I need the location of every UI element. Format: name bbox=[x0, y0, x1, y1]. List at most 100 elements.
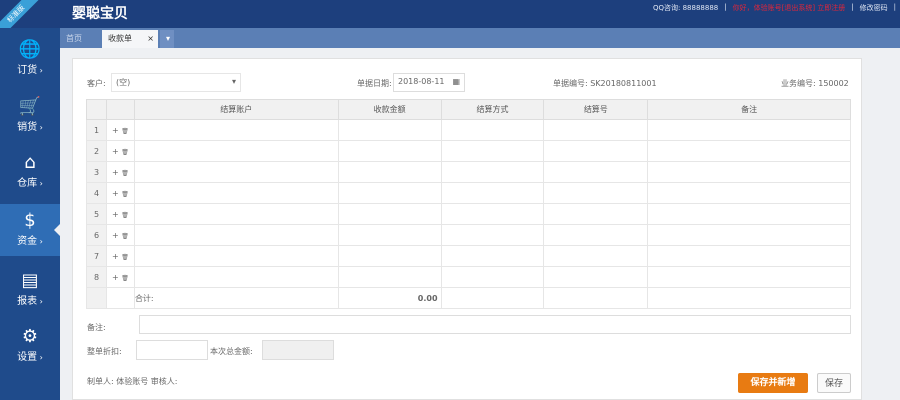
change-password-link[interactable]: 修改密码 bbox=[860, 3, 888, 13]
table-cell[interactable] bbox=[543, 266, 649, 288]
table-cell[interactable] bbox=[647, 161, 851, 183]
total-input bbox=[262, 340, 334, 360]
total-row: 合计: 0.00 bbox=[86, 287, 851, 309]
table-cell[interactable] bbox=[647, 203, 851, 225]
sidebar-item-3[interactable]: $ 资金 › bbox=[0, 204, 60, 256]
add-row-icon[interactable]: + bbox=[112, 252, 119, 261]
sidebar-item-label: 设置 bbox=[17, 352, 38, 363]
table-cell[interactable] bbox=[440, 245, 545, 267]
table-row: 7 + 🗑 bbox=[86, 245, 851, 267]
account-notice[interactable]: 你好，体验账号[退出系统] 立即注册 bbox=[733, 3, 846, 13]
table-cell[interactable] bbox=[337, 140, 442, 162]
sidebar: 🌐 订货 › 🛒 销货 › ⌂ 仓库 › $ 资金 › ▤ 报表 › ⚙ 设置 › bbox=[0, 28, 60, 400]
add-row-icon[interactable]: + bbox=[112, 147, 119, 156]
remark-input[interactable] bbox=[139, 315, 851, 334]
table-cell[interactable] bbox=[440, 182, 545, 204]
customer-label: 客户: bbox=[87, 79, 106, 88]
add-row-icon[interactable]: + bbox=[112, 189, 119, 198]
customer-select[interactable]: (空) ▾ bbox=[111, 73, 241, 92]
delete-row-icon[interactable]: 🗑 bbox=[121, 233, 129, 240]
table-row: 4 + 🗑 bbox=[86, 182, 851, 204]
table-cell[interactable] bbox=[440, 224, 545, 246]
delete-row-icon[interactable]: 🗑 bbox=[121, 275, 129, 282]
table-cell[interactable] bbox=[543, 161, 649, 183]
table-cell[interactable] bbox=[337, 119, 442, 141]
calendar-icon[interactable]: ▦ bbox=[452, 77, 460, 86]
add-row-icon[interactable]: + bbox=[112, 231, 119, 240]
table-cell[interactable] bbox=[543, 182, 649, 204]
table-cell[interactable] bbox=[337, 245, 442, 267]
save-and-new-button[interactable]: 保存并新增 bbox=[738, 373, 808, 393]
delete-row-icon[interactable]: 🗑 bbox=[121, 170, 129, 177]
table-cell[interactable] bbox=[440, 266, 545, 288]
table-cell[interactable] bbox=[337, 224, 442, 246]
table-cell[interactable] bbox=[440, 140, 545, 162]
table-cell[interactable] bbox=[337, 203, 442, 225]
column-header: 收款金额 bbox=[337, 99, 442, 120]
table-cell[interactable] bbox=[543, 245, 649, 267]
save-button[interactable]: 保存 bbox=[817, 373, 851, 393]
table-cell[interactable] bbox=[133, 119, 339, 141]
table-cell[interactable] bbox=[647, 182, 851, 204]
table-cell[interactable] bbox=[647, 224, 851, 246]
row-number: 6 bbox=[86, 224, 107, 246]
add-row-icon[interactable]: + bbox=[112, 126, 119, 135]
sidebar-item-4[interactable]: ▤ 报表 › bbox=[0, 264, 60, 316]
sidebar-item-0[interactable]: 🌐 订货 › bbox=[0, 33, 60, 85]
table-cell[interactable] bbox=[440, 161, 545, 183]
add-row-icon[interactable]: + bbox=[112, 168, 119, 177]
sidebar-item-2[interactable]: ⌂ 仓库 › bbox=[0, 146, 60, 198]
date-value: 2018-08-11 bbox=[398, 77, 445, 86]
table-cell[interactable] bbox=[543, 119, 649, 141]
column-header: 备注 bbox=[647, 99, 851, 120]
table-cell[interactable] bbox=[337, 182, 442, 204]
delete-row-icon[interactable]: 🗑 bbox=[121, 254, 129, 261]
home-icon: ⌂ bbox=[24, 152, 36, 173]
table-cell[interactable] bbox=[647, 140, 851, 162]
row-number: 3 bbox=[86, 161, 107, 183]
sidebar-item-5[interactable]: ⚙ 设置 › bbox=[0, 320, 60, 372]
table-row: 6 + 🗑 bbox=[86, 224, 851, 246]
table-cell[interactable] bbox=[647, 266, 851, 288]
row-number: 4 bbox=[86, 182, 107, 204]
discount-input[interactable] bbox=[136, 340, 208, 360]
globe-icon: 🌐 bbox=[18, 39, 42, 60]
table-cell[interactable] bbox=[133, 203, 339, 225]
table-cell[interactable] bbox=[133, 161, 339, 183]
table-cell[interactable] bbox=[133, 140, 339, 162]
table-cell[interactable] bbox=[133, 224, 339, 246]
delete-row-icon[interactable]: 🗑 bbox=[121, 212, 129, 219]
sidebar-item-1[interactable]: 🛒 销货 › bbox=[0, 90, 60, 142]
delete-row-icon[interactable]: 🗑 bbox=[121, 149, 129, 156]
cart-icon: 🛒 bbox=[18, 96, 42, 117]
sidebar-item-label: 报表 bbox=[17, 296, 38, 307]
table-row: 1 + 🗑 bbox=[86, 119, 851, 141]
add-row-icon[interactable]: + bbox=[112, 210, 119, 219]
table-cell[interactable] bbox=[647, 245, 851, 267]
column-header: 结算方式 bbox=[440, 99, 545, 120]
chevron-down-icon: ▾ bbox=[231, 77, 236, 86]
table-cell[interactable] bbox=[543, 224, 649, 246]
date-input[interactable]: 2018-08-11 ▦ bbox=[393, 73, 465, 92]
delete-row-icon[interactable]: 🗑 bbox=[121, 128, 129, 135]
add-row-icon[interactable]: + bbox=[112, 273, 119, 282]
tab-receipt[interactable]: 收款单 × bbox=[102, 30, 158, 48]
table-cell[interactable] bbox=[337, 161, 442, 183]
tab-more-button[interactable]: ▾ bbox=[160, 30, 174, 48]
table-cell[interactable] bbox=[440, 119, 545, 141]
table-cell[interactable] bbox=[133, 182, 339, 204]
table-row: 5 + 🗑 bbox=[86, 203, 851, 225]
table-cell[interactable] bbox=[133, 245, 339, 267]
date-label: 单据日期: bbox=[357, 79, 392, 88]
table-cell[interactable] bbox=[133, 266, 339, 288]
table-cell[interactable] bbox=[543, 140, 649, 162]
delete-row-icon[interactable]: 🗑 bbox=[121, 191, 129, 198]
sidebar-item-label: 仓库 bbox=[17, 178, 38, 189]
table-cell[interactable] bbox=[647, 119, 851, 141]
table-cell[interactable] bbox=[337, 266, 442, 288]
tab-home[interactable]: 首页 bbox=[60, 30, 100, 48]
table-cell[interactable] bbox=[440, 203, 545, 225]
close-icon[interactable]: × bbox=[147, 30, 154, 48]
table-cell[interactable] bbox=[543, 203, 649, 225]
qq-contact: QQ咨询: 88888888 bbox=[653, 4, 719, 12]
